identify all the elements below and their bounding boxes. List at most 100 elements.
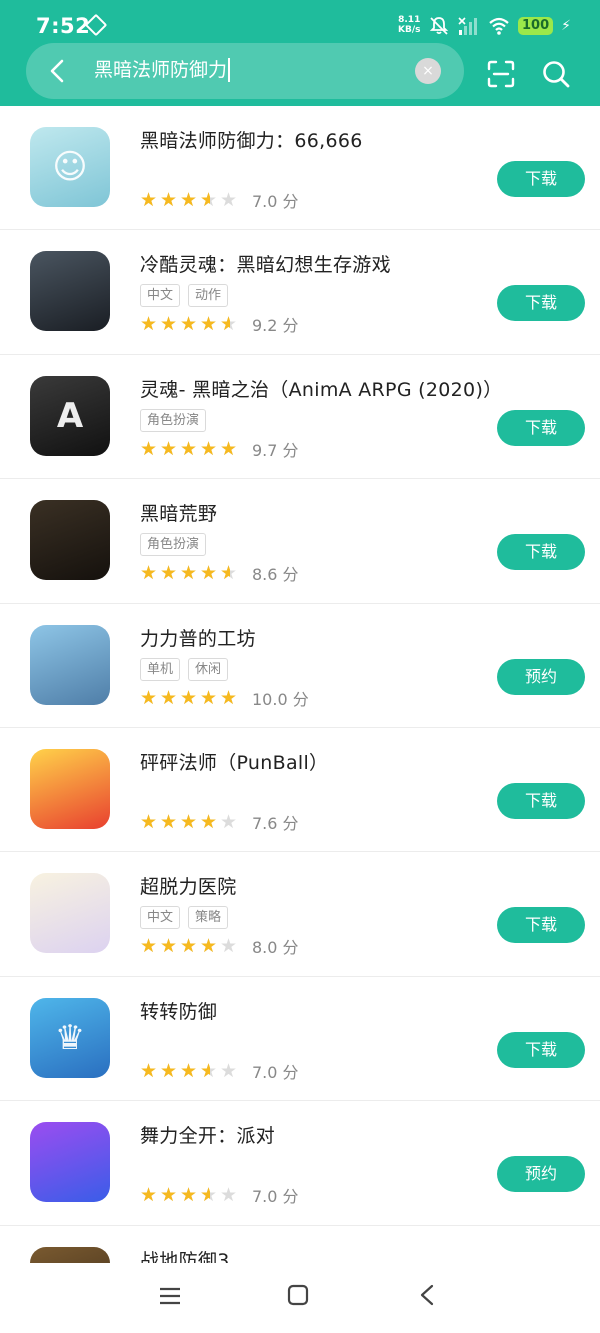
star-icon: ★ ★: [200, 563, 220, 583]
app-title[interactable]: 冷酷灵魂：黑暗幻想生存游戏: [140, 250, 391, 277]
app-list-item[interactable]: A 灵魂- 黑暗之治（AnimA ARPG (2020)） 角色扮演 ★ ★ ★ ★ ★ ★ ★ ★…: [0, 355, 600, 480]
blue-king-app-icon[interactable]: ♛: [30, 997, 110, 1078]
just-dance-app-icon[interactable]: [30, 1122, 110, 1203]
star-fill-icon: ★: [140, 687, 158, 708]
wild-man-campfire-app-icon[interactable]: [30, 500, 110, 581]
app-title[interactable]: 黑暗荒野: [140, 499, 217, 526]
app-tags: 中文 动作: [140, 284, 229, 308]
star-icon: ★ ★: [140, 563, 160, 583]
scan-icon[interactable]: [486, 59, 516, 89]
download-button[interactable]: 下载: [497, 907, 585, 944]
app-title[interactable]: 力力普的工坊: [140, 624, 256, 651]
punball-hero-app-icon[interactable]: [30, 748, 110, 829]
star-icon: ★ ★: [180, 812, 200, 832]
back-arrow-icon[interactable]: [44, 57, 72, 85]
app-tags: 角色扮演: [140, 533, 207, 557]
app-icon-glyph: ♛: [54, 1017, 86, 1058]
home-icon[interactable]: [287, 1284, 309, 1306]
download-button[interactable]: 下载: [497, 161, 585, 197]
star-fill-icon: ★: [160, 190, 178, 210]
app-tag: 休闲: [188, 657, 229, 681]
app-title[interactable]: 砰砰法师（PunBall）: [140, 748, 328, 775]
app-list-item[interactable]: 力力普的工坊 单机 休闲 ★ ★ ★ ★ ★ ★ ★ ★ ★ ★ 10.0 分预约: [0, 604, 600, 728]
star-icon: ★ ★: [180, 314, 200, 334]
app-icon-glyph: [30, 749, 110, 829]
field-defense-app-icon[interactable]: [30, 1246, 110, 1263]
reserve-button[interactable]: 预约: [497, 658, 585, 695]
app-list-item[interactable]: ♛ 转转防御 ★ ★ ★ ★ ★ ★ ★ ★ ★ 7.0 分下载: [0, 977, 600, 1102]
status-icons: 100 ⚡: [428, 16, 571, 36]
app-icon-glyph: [30, 1122, 110, 1202]
star-icon: ★ ★: [200, 439, 220, 459]
app-title[interactable]: 灵魂- 黑暗之治（AnimA ARPG (2020)）: [140, 375, 502, 402]
search-icon[interactable]: [541, 59, 571, 89]
system-back-icon[interactable]: [416, 1283, 438, 1307]
star-fill-icon: ★: [140, 936, 158, 957]
star-icon: ★: [220, 810, 238, 833]
star-icon: ★ ★: [140, 688, 160, 708]
nurse-girl-app-icon[interactable]: [30, 873, 110, 954]
download-button[interactable]: 下载: [497, 534, 585, 571]
star-fill-icon: ★: [180, 1060, 198, 1081]
app-list-item[interactable]: 砰砰法师（PunBall） ★ ★ ★ ★ ★ ★ ★ ★ ★ 7.6 分下载: [0, 728, 600, 853]
app-list-item[interactable]: 超脱力医院 中文 策略 ★ ★ ★ ★ ★ ★ ★ ★ ★ 8.0 分下载: [0, 852, 600, 977]
star-fill-icon: ★: [200, 687, 218, 708]
star-fill-icon: ★: [200, 1185, 210, 1206]
star-fill-icon: ★: [160, 563, 178, 584]
star-icon: ★ ★: [180, 190, 200, 210]
network-speed-unit: KB/s: [398, 25, 421, 35]
app-title[interactable]: 舞力全开：派对: [140, 1121, 275, 1148]
star-icon: ★ ★: [140, 439, 160, 459]
star-icon: ★ ★: [180, 688, 200, 708]
app-score: 7.0 分: [252, 1062, 299, 1082]
app-rating: ★ ★ ★ ★ ★ ★ ★ ★ ★ ★ 9.7 分: [140, 437, 299, 461]
star-fill-icon: ★: [200, 438, 218, 459]
star-icon: ★ ★: [200, 936, 220, 956]
clear-search-icon[interactable]: ×: [415, 58, 441, 84]
app-title[interactable]: 战地防御3: [140, 1246, 230, 1263]
app-title[interactable]: 转转防御: [140, 997, 217, 1024]
star-icon: ★ ★: [220, 439, 240, 459]
battery-level: 100: [518, 17, 554, 35]
app-title[interactable]: 黑暗法师防御力：66,666: [140, 126, 363, 153]
download-button[interactable]: 下载: [497, 1031, 585, 1068]
star-fill-icon: ★: [180, 687, 198, 708]
recent-apps-icon[interactable]: [158, 1284, 182, 1308]
star-fill-icon: ★: [220, 438, 238, 459]
reserve-button[interactable]: 预约: [497, 1156, 585, 1193]
app-rating: ★ ★ ★ ★ ★ ★ ★ ★ ★ 7.0 分: [140, 1059, 299, 1083]
star-fill-icon: ★: [160, 1060, 178, 1081]
network-speed: 8.11 KB/s: [398, 15, 420, 35]
app-list-item[interactable]: 冷酷灵魂：黑暗幻想生存游戏 中文 动作 ★ ★ ★ ★ ★ ★ ★ ★ ★ ★ 9.2 分下载: [0, 230, 600, 355]
app-list-item[interactable]: 战地防御3: [0, 1226, 600, 1263]
star-fill-icon: ★: [220, 687, 238, 708]
app-rating: ★ ★ ★ ★ ★ ★ ★ ★ ★ 7.0 分: [140, 188, 299, 212]
anime-boy-app-icon[interactable]: ☺: [30, 127, 110, 207]
anima-logo-app-icon[interactable]: A: [30, 375, 110, 456]
download-button[interactable]: 下载: [497, 285, 585, 322]
search-input[interactable]: 黑暗法师防御力: [94, 58, 231, 82]
wolf-warrior-app-icon[interactable]: [30, 251, 110, 332]
train-workshop-app-icon[interactable]: [30, 624, 110, 705]
star-fill-icon: ★: [140, 1185, 158, 1206]
app-list-item[interactable]: 舞力全开：派对 ★ ★ ★ ★ ★ ★ ★ ★ ★ 7.0 分预约: [0, 1101, 600, 1226]
star-fill-icon: ★: [160, 1185, 178, 1206]
star-icon: ★ ★: [200, 812, 220, 832]
download-button[interactable]: 下载: [497, 409, 585, 446]
app-title[interactable]: 超脱力医院: [140, 872, 237, 899]
app-score: 8.6 分: [252, 565, 299, 585]
app-tag: 策略: [188, 906, 229, 930]
app-score: 10.0 分: [252, 689, 309, 709]
download-button[interactable]: 下载: [497, 782, 585, 819]
star-icon: ★ ★: [160, 936, 180, 956]
system-navigation-bar: [0, 1263, 600, 1333]
app-icon-glyph: A: [56, 395, 84, 436]
star-fill-icon: ★: [220, 314, 230, 335]
app-tag: 中文: [140, 284, 181, 308]
app-list-item[interactable]: 黑暗荒野 角色扮演 ★ ★ ★ ★ ★ ★ ★ ★ ★ ★ 8.6 分下载: [0, 479, 600, 604]
app-tag: 角色扮演: [140, 408, 207, 432]
app-score: 8.0 分: [252, 938, 299, 958]
search-bar[interactable]: 黑暗法师防御力 ×: [26, 43, 464, 99]
app-list-item[interactable]: ☺ 黑暗法师防御力：66,666 ★ ★ ★ ★ ★ ★ ★ ★ ★ 7.0 分 下载: [0, 106, 600, 231]
star-icon: ★ ★: [220, 688, 240, 708]
